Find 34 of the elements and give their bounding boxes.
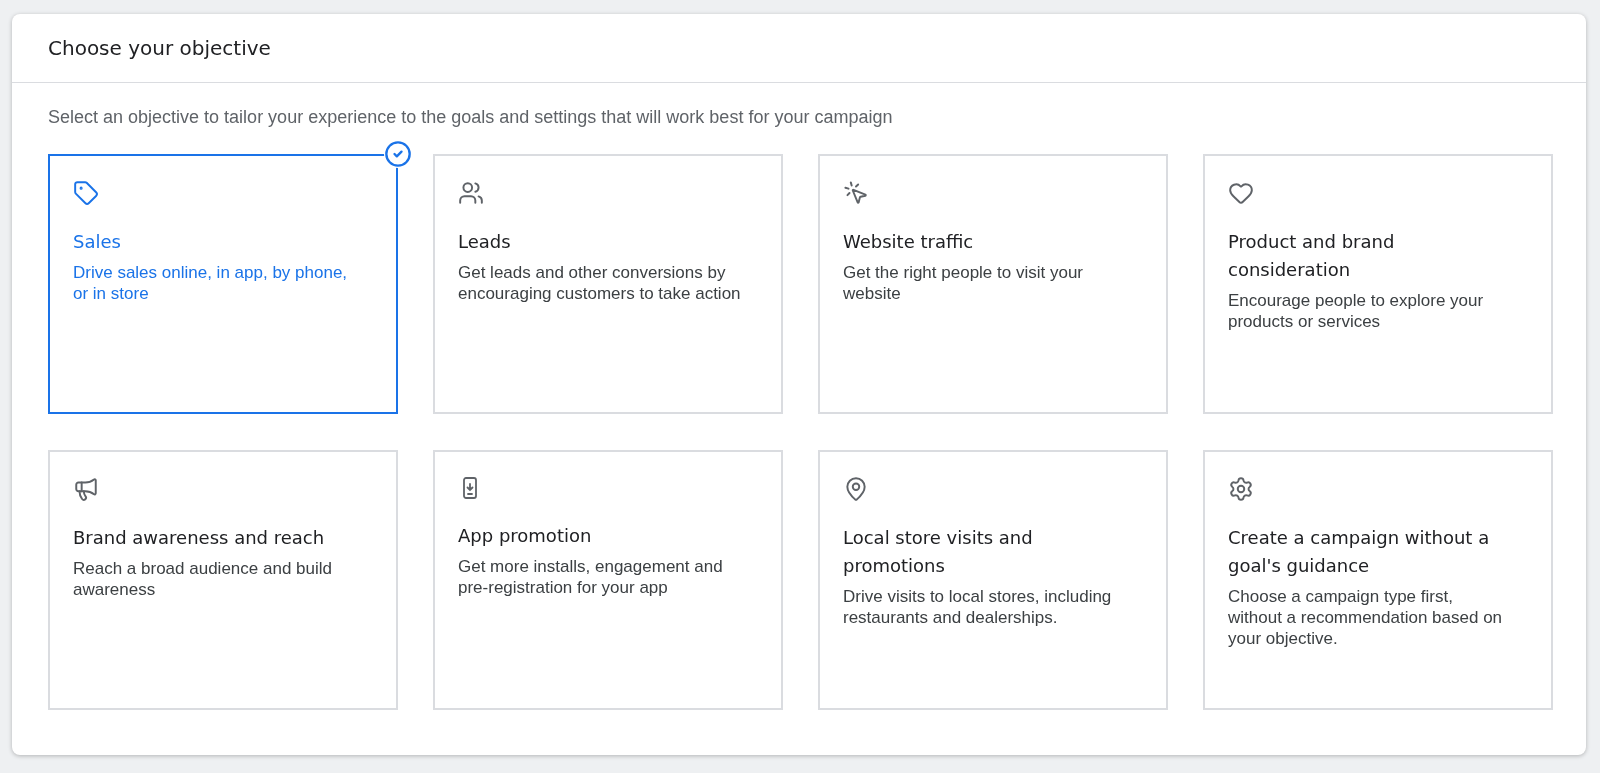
objective-title: Local store visits and promotions xyxy=(843,526,1034,578)
objective-description: Drive visits to local stores, including restaurants and dealerships. xyxy=(843,586,1113,628)
objective-tile[interactable]: App promotion Get more installs, engagement and pre-registration for your app xyxy=(433,450,783,710)
objective-description: Reach a broad audience and build awareness xyxy=(73,558,333,600)
objective-tile[interactable]: Brand awareness and reach Reach a broad audience and build awareness xyxy=(48,450,398,710)
people-icon xyxy=(458,180,484,206)
objective-title: Leads xyxy=(458,230,512,254)
objective-tile[interactable]: Local store visits and promotions Drive visits to local stores, including restaurants and dealerships. xyxy=(818,450,1168,710)
objective-description: Drive sales online, in app, by phone, or in store xyxy=(73,262,349,304)
objective-title: App promotion xyxy=(458,524,593,548)
objective-tile[interactable]: Sales Drive sales online, in app, by phone, or in store xyxy=(48,154,398,414)
objective-description: Get the right people to visit your website xyxy=(843,262,1085,304)
tag-icon xyxy=(73,180,99,206)
objective-title: Brand awareness and reach xyxy=(73,526,326,550)
objective-description: Get more installs, engagement and pre-registration for your app xyxy=(458,556,724,598)
location-pin-icon xyxy=(843,476,869,502)
objective-description: Choose a campaign type first, without a recommendation based on your objective. xyxy=(1228,586,1504,649)
panel-subtitle: Select an objective to tailor your experience to the goals and settings that will work best for your campaign xyxy=(48,107,894,128)
objective-title: Product and brand consideration xyxy=(1228,230,1396,282)
objective-description: Encourage people to explore your products or services xyxy=(1228,290,1485,332)
objective-tile[interactable]: Website traffic Get the right people to visit your website xyxy=(818,154,1168,414)
settings-icon xyxy=(1228,476,1254,502)
cursor-click-icon xyxy=(843,180,869,206)
objective-title: Website traffic xyxy=(843,230,975,254)
panel-title: Choose your objective xyxy=(48,36,271,60)
check-circle-icon xyxy=(384,140,412,168)
objective-tile[interactable]: Product and brand consideration Encourage people to explore your products or services xyxy=(1203,154,1553,414)
objective-description: Get leads and other conversions by encouraging customers to take action xyxy=(458,262,741,304)
megaphone-icon xyxy=(73,476,99,502)
objective-title: Create a campaign without a goal's guidance xyxy=(1228,526,1491,578)
objective-tile[interactable]: Leads Get leads and other conversions by encouraging customers to take action xyxy=(433,154,783,414)
heart-icon xyxy=(1228,180,1254,206)
objective-title: Sales xyxy=(73,230,122,254)
objective-tile[interactable]: Create a campaign without a goal's guidance Choose a campaign type first, without a recommendation based on your objective. xyxy=(1203,450,1553,710)
